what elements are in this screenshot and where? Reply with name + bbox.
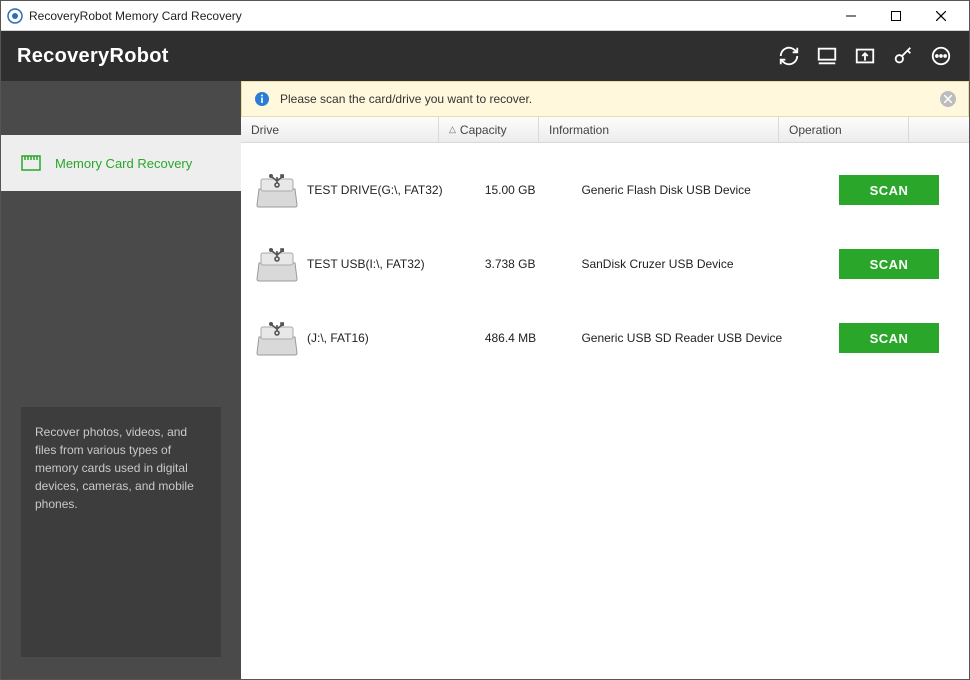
col-header-drive[interactable]: Drive (241, 117, 439, 142)
cell-drive: TEST DRIVE(G:\, FAT32) (307, 183, 485, 197)
cell-operation: SCAN (813, 175, 959, 205)
more-icon[interactable] (929, 44, 953, 68)
cell-capacity: 15.00 GB (485, 183, 582, 197)
header-toolbar (777, 44, 953, 68)
col-header-operation[interactable]: Operation (779, 117, 909, 142)
refresh-icon[interactable] (777, 44, 801, 68)
cell-information: SanDisk Cruzer USB Device (581, 257, 813, 271)
cell-drive: (J:\, FAT16) (307, 331, 485, 345)
table-row: (J:\, FAT16) 486.4 MB Generic USB SD Rea… (241, 301, 969, 375)
app-icon (7, 8, 23, 24)
close-button[interactable] (918, 1, 963, 30)
sidebar-item-memory-card-recovery[interactable]: Memory Card Recovery (1, 135, 241, 191)
cell-operation: SCAN (813, 323, 959, 353)
cell-capacity: 486.4 MB (485, 331, 582, 345)
window-controls (828, 1, 963, 30)
titlebar: RecoveryRobot Memory Card Recovery (1, 1, 969, 31)
monitor-icon[interactable] (815, 44, 839, 68)
col-header-capacity[interactable]: △Capacity (439, 117, 539, 142)
notice-text: Please scan the card/drive you want to r… (280, 92, 940, 106)
cell-information: Generic Flash Disk USB Device (581, 183, 813, 197)
header-bar: RecoveryRobot (1, 31, 969, 81)
cell-information: Generic USB SD Reader USB Device (581, 331, 813, 345)
memory-card-icon (21, 155, 41, 171)
scan-button[interactable]: SCAN (839, 175, 939, 205)
load-session-icon[interactable] (853, 44, 877, 68)
usb-drive-icon (255, 245, 299, 283)
cell-operation: SCAN (813, 249, 959, 279)
scan-button[interactable]: SCAN (839, 323, 939, 353)
sidebar: Memory Card Recovery Recover photos, vid… (1, 81, 241, 679)
usb-drive-icon (255, 319, 299, 357)
scan-button[interactable]: SCAN (839, 249, 939, 279)
notice-close-button[interactable] (940, 91, 956, 107)
usb-drive-icon (255, 171, 299, 209)
col-header-information[interactable]: Information (539, 117, 779, 142)
sort-asc-icon: △ (449, 124, 456, 135)
table-row: TEST DRIVE(G:\, FAT32) 15.00 GB Generic … (241, 153, 969, 227)
key-icon[interactable] (891, 44, 915, 68)
content-area: Please scan the card/drive you want to r… (241, 81, 969, 679)
main-body: Memory Card Recovery Recover photos, vid… (1, 81, 969, 679)
notice-banner: Please scan the card/drive you want to r… (241, 81, 969, 117)
app-window: RecoveryRobot Memory Card Recovery Recov… (0, 0, 970, 680)
sidebar-item-label: Memory Card Recovery (55, 156, 192, 171)
info-icon (254, 91, 270, 107)
cell-capacity: 3.738 GB (485, 257, 582, 271)
cell-drive: TEST USB(I:\, FAT32) (307, 257, 485, 271)
sidebar-description: Recover photos, videos, and files from v… (21, 407, 221, 657)
col-header-end (909, 117, 969, 142)
brand-title: RecoveryRobot (17, 45, 777, 68)
table-header: Drive △Capacity Information Operation (241, 117, 969, 143)
sidebar-spacer (1, 81, 241, 135)
table-body: TEST DRIVE(G:\, FAT32) 15.00 GB Generic … (241, 143, 969, 679)
maximize-button[interactable] (873, 1, 918, 30)
window-title: RecoveryRobot Memory Card Recovery (29, 9, 828, 23)
minimize-button[interactable] (828, 1, 873, 30)
table-row: TEST USB(I:\, FAT32) 3.738 GB SanDisk Cr… (241, 227, 969, 301)
